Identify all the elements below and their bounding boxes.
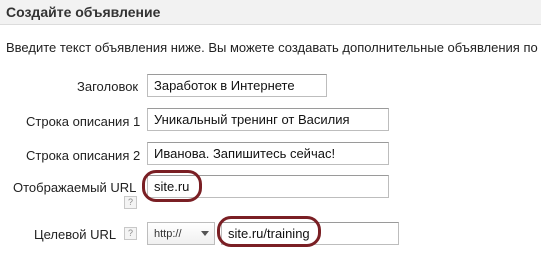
protocol-select-value: http:// bbox=[154, 228, 182, 240]
section-header: Создайте объявление bbox=[0, 0, 541, 25]
desc-line-2-input[interactable]: Иванова. Запишитесь сейчас! bbox=[147, 142, 389, 165]
section-title: Создайте объявление bbox=[6, 4, 161, 20]
desc-line-1-label: Строка описания 1 bbox=[26, 114, 141, 129]
protocol-select[interactable]: http:// bbox=[147, 222, 215, 245]
display-url-highlight bbox=[142, 170, 202, 202]
help-icon[interactable]: ? bbox=[124, 227, 137, 240]
headline-input[interactable]: Заработок в Интернете bbox=[147, 74, 327, 97]
chevron-down-icon bbox=[201, 231, 209, 236]
desc-line-1-input[interactable]: Уникальный тренинг от Василия bbox=[147, 108, 389, 131]
help-icon[interactable]: ? bbox=[124, 196, 137, 209]
headline-label: Заголовок bbox=[77, 79, 139, 94]
display-url-label: Отображаемый URL bbox=[13, 180, 137, 195]
intro-text: Введите текст объявления ниже. Вы можете… bbox=[6, 40, 538, 55]
desc-line-2-label: Строка описания 2 bbox=[26, 148, 141, 163]
target-url-label: Целевой URL bbox=[34, 227, 117, 242]
target-url-highlight bbox=[217, 216, 321, 247]
